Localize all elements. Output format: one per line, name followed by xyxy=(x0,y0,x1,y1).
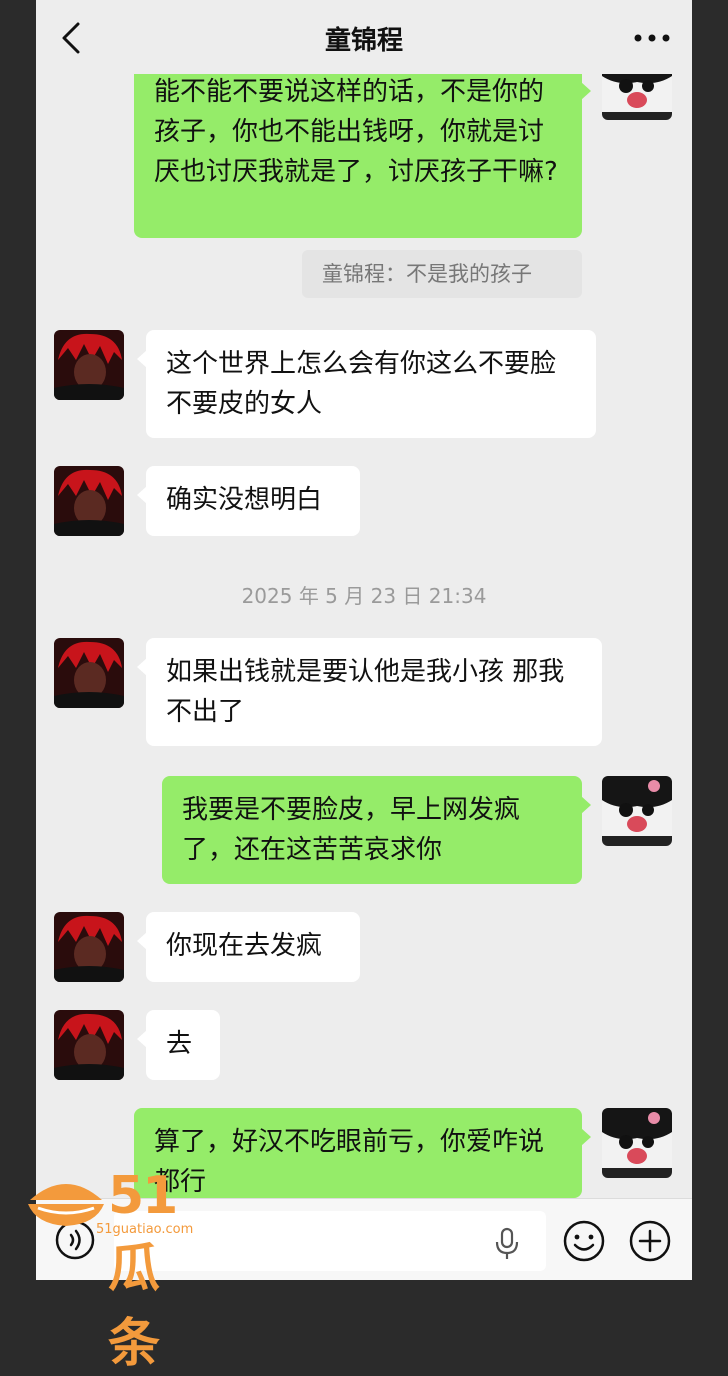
contact-avatar[interactable] xyxy=(54,466,124,536)
my-avatar[interactable] xyxy=(602,776,672,846)
contact-avatar[interactable] xyxy=(54,912,124,982)
timestamp: 2025 年 5 月 23 日 21:34 xyxy=(241,584,487,608)
my-avatar[interactable] xyxy=(602,1108,672,1178)
more-dots-icon xyxy=(634,34,670,42)
watermark-url: 51guatiao.com xyxy=(96,1222,194,1237)
quoted-reply[interactable]: 童锦程：不是我的孩子 xyxy=(302,250,582,298)
message-bubble-received[interactable]: 这个世界上怎么会有你这么不要脸不要皮的女人 xyxy=(137,330,596,438)
watermark-text: 51瓜条 xyxy=(108,1166,178,1374)
emoji-icon xyxy=(563,1220,605,1262)
chat-screen: 童锦程 能不能不要说这样的话，不是你的孩子，你也不能出钱呀，你就是讨厌也讨厌我就… xyxy=(36,0,692,1280)
contact-avatar[interactable] xyxy=(54,330,124,400)
message-bubble-received[interactable]: 如果出钱就是要认他是我小孩 那我不出了 xyxy=(137,638,602,746)
message-bubble-received[interactable]: 去 xyxy=(137,1010,220,1080)
microphone-icon xyxy=(495,1227,519,1259)
contact-avatar[interactable] xyxy=(54,638,124,708)
emoji-button[interactable] xyxy=(562,1219,606,1263)
message-bubble-sent[interactable]: 算了，好汉不吃眼前亏，你爱咋说都行 xyxy=(134,1108,591,1198)
more-functions-button[interactable] xyxy=(628,1219,672,1263)
message-bubble-received[interactable]: 你现在去发疯 xyxy=(137,912,360,982)
message-input[interactable] xyxy=(114,1211,546,1271)
contact-avatar[interactable] xyxy=(54,1010,124,1080)
more-button[interactable] xyxy=(632,24,672,52)
message-bubble-received[interactable]: 确实没想明白 xyxy=(137,466,360,536)
chat-title: 童锦程 xyxy=(324,26,403,56)
message-bubble-sent[interactable]: 我要是不要脸皮，早上网发疯了，还在这苦苦哀求你 xyxy=(162,776,591,884)
plus-icon xyxy=(629,1220,671,1262)
top-bar: 童锦程 xyxy=(36,0,692,74)
message-bubble-sent[interactable]: 能不能不要说这样的话，不是你的孩子，你也不能出钱呀，你就是讨厌也讨厌我就是了，讨… xyxy=(134,62,591,238)
microphone-button[interactable] xyxy=(494,1227,520,1261)
